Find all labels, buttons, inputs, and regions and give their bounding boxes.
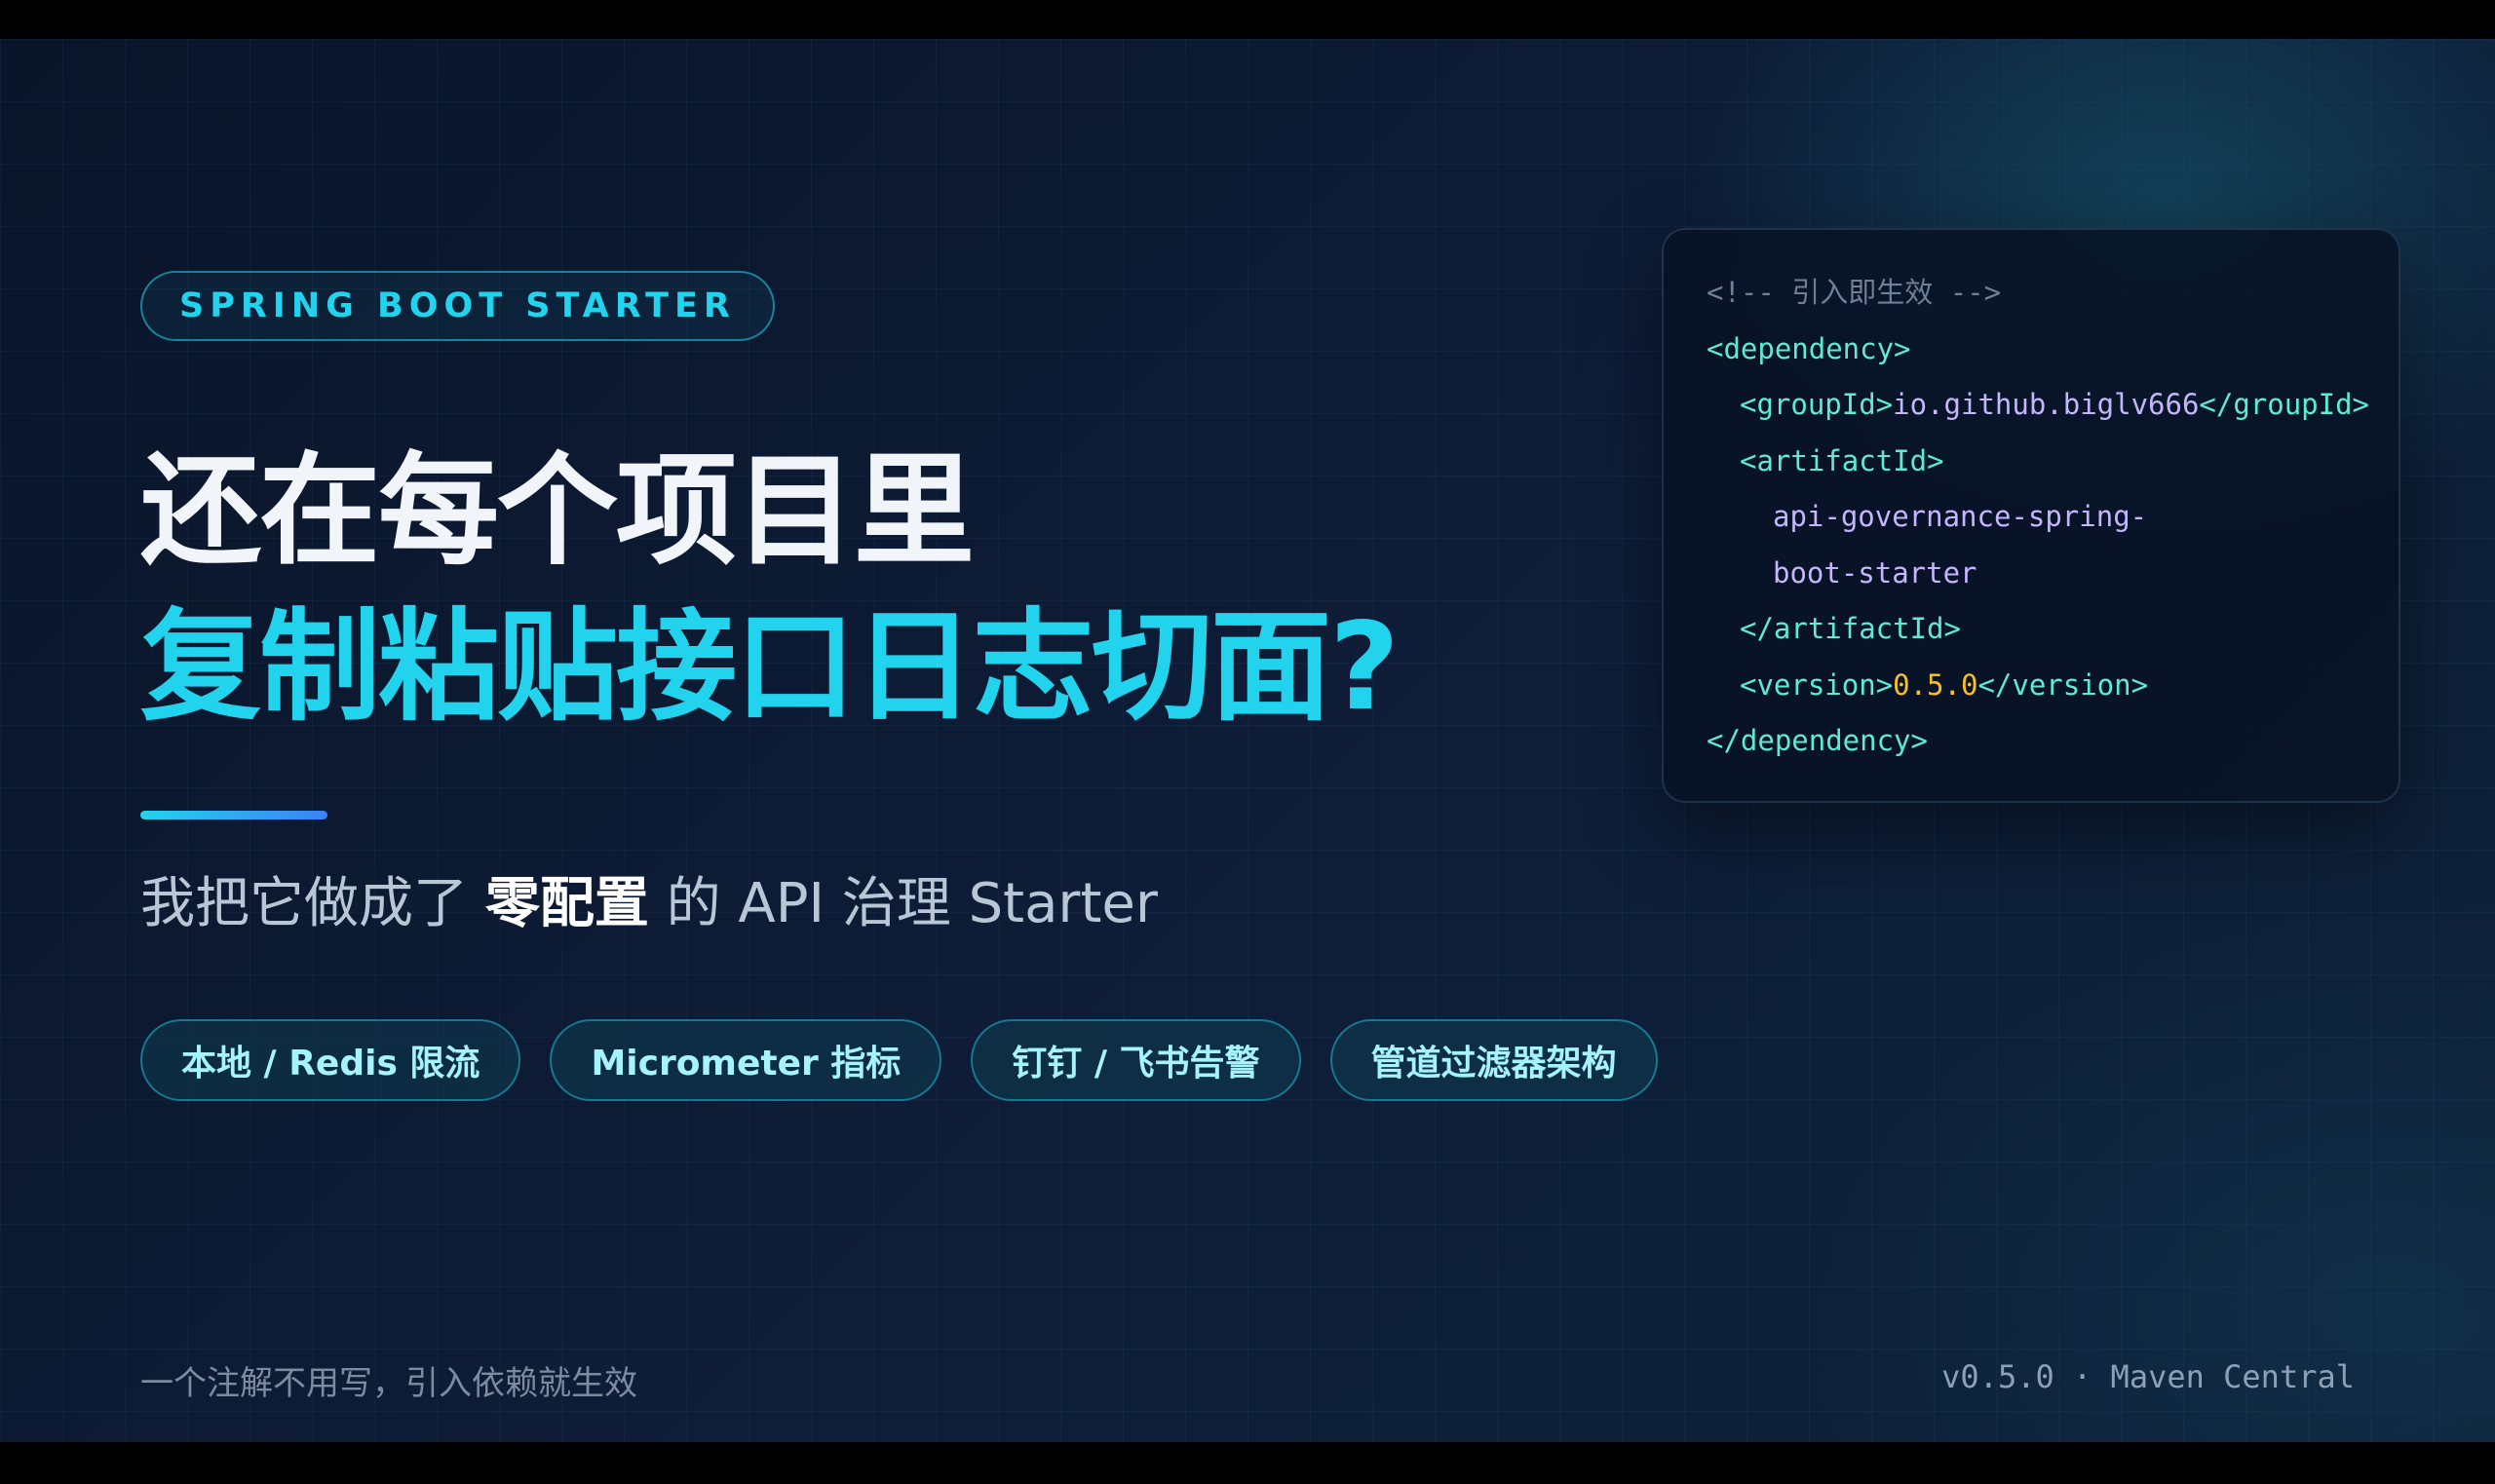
feature-pill-label: 管道过滤器架构 (1370, 1044, 1617, 1084)
letterbox-top (0, 0, 2495, 39)
code-value: io.github.biglv666 (1893, 388, 2200, 421)
slide: SPRING BOOT STARTER 还在每个项目里 复制粘贴接口日志切面? … (0, 39, 2495, 1442)
feature-pill-label: 钉钉 / 飞书告警 (1012, 1044, 1260, 1084)
code-line-artifact-open: <artifactId> (1707, 434, 2399, 490)
code-line-artifact-value-1: api-governance-spring- (1707, 489, 2399, 546)
headline-line-2: 复制粘贴接口日志切面? (140, 597, 1400, 738)
feature-pill-alerts: 钉钉 / 飞书告警 (971, 1019, 1301, 1101)
code-tag: </artifactId> (1740, 612, 1961, 645)
feature-pill-label: Micrometer 指标 (591, 1044, 902, 1084)
feature-pills: 本地 / Redis 限流 Micrometer 指标 钉钉 / 飞书告警 管道… (140, 1019, 1658, 1101)
eyebrow-label: SPRING BOOT STARTER (179, 286, 736, 325)
code-snippet-card: <!-- 引入即生效 --> <dependency> <groupId>io.… (1662, 228, 2400, 803)
headline: 还在每个项目里 复制粘贴接口日志切面? (140, 434, 1400, 745)
code-comment: <!-- 引入即生效 --> (1707, 276, 2002, 309)
code-tag: <artifactId> (1740, 443, 1944, 477)
code-line-group-id: <groupId>io.github.biglv666</groupId> (1707, 377, 2399, 434)
code-tag: <version> (1740, 667, 1894, 702)
letterbox-bottom (0, 1442, 2495, 1484)
subtitle-emphasis: 零配置 (484, 872, 649, 935)
code-value: api-governance-spring- (1773, 500, 2148, 533)
feature-pill-pipeline: 管道过滤器架构 (1329, 1019, 1658, 1101)
code-line-dependency-open: <dependency> (1707, 322, 2399, 378)
subtitle-prefix: 我把它做成了 (140, 872, 485, 935)
code-line-comment: <!-- 引入即生效 --> (1707, 265, 2399, 322)
code-tag: <groupId> (1740, 388, 1894, 421)
accent-bar (140, 811, 327, 819)
eyebrow-badge: SPRING BOOT STARTER (140, 271, 775, 341)
code-line-artifact-close: </artifactId> (1707, 601, 2399, 658)
code-tag: </groupId> (2199, 388, 2370, 421)
code-version-value: 0.5.0 (1893, 667, 1978, 702)
code-tag: <dependency> (1707, 331, 1911, 365)
code-line-version: <version>0.5.0</version> (1707, 658, 2399, 714)
code-line-artifact-value-2: boot-starter (1707, 546, 2399, 602)
feature-pill-metrics: Micrometer 指标 (550, 1019, 942, 1101)
code-tag: </version> (1977, 667, 2149, 702)
subtitle-suffix: 的 API 治理 Starter (648, 872, 1158, 935)
footer-version: v0.5.0 · Maven Central (1941, 1358, 2355, 1395)
feature-pill-rate-limit: 本地 / Redis 限流 (140, 1019, 521, 1101)
feature-pill-label: 本地 / Redis 限流 (181, 1044, 480, 1084)
footer-tagline: 一个注解不用写，引入依赖就生效 (140, 1364, 637, 1403)
code-line-dependency-close: </dependency> (1707, 713, 2399, 770)
headline-line-1: 还在每个项目里 (140, 441, 975, 582)
code-value: boot-starter (1773, 555, 1977, 590)
code-tag: </dependency> (1707, 724, 1928, 757)
subtitle: 我把它做成了 零配置 的 API 治理 Starter (140, 865, 1158, 943)
